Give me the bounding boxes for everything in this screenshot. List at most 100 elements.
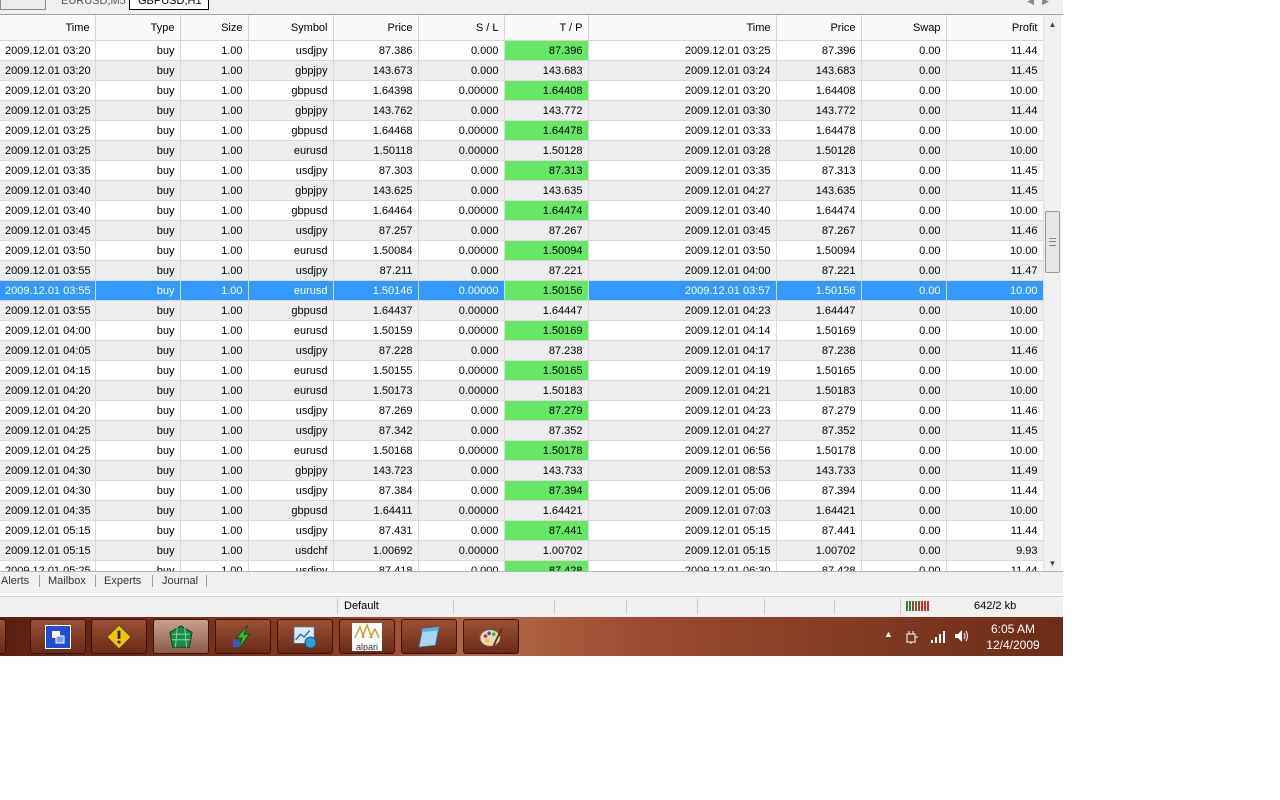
chart-tab-blank[interactable]: [0, 0, 46, 10]
table-row[interactable]: 2009.12.01 04:20 buy 1.00 usdjpy 87.269 0.000…: [0, 400, 1043, 421]
system-clock[interactable]: 6:05 AM 12/4/2009: [983, 621, 1043, 653]
table-row[interactable]: 2009.12.01 03:55 buy 1.00 usdjpy 87.211 0.000…: [0, 260, 1043, 281]
table-row[interactable]: 2009.12.01 03:35 buy 1.00 usdjpy 87.303 0.000…: [0, 160, 1043, 181]
tab-scroll-arrows-icon[interactable]: ◀▶: [1027, 0, 1057, 7]
cell-profit: 11.49: [946, 460, 1043, 481]
taskbar-button-terminal[interactable]: [277, 619, 333, 654]
chart-tab-gbpusd[interactable]: GBPUSD,H1: [129, 0, 209, 10]
show-hidden-icons-icon[interactable]: ▲: [884, 629, 893, 639]
vertical-scrollbar[interactable]: ▲ ▼: [1043, 15, 1061, 571]
scroll-down-arrow-icon[interactable]: ▼: [1044, 557, 1061, 571]
tab-mailbox[interactable]: Mailbox: [48, 575, 86, 587]
col-header-time[interactable]: Time: [0, 15, 96, 41]
taskbar-button-green-arrow-app[interactable]: [215, 619, 271, 654]
table-row[interactable]: 2009.12.01 04:25 buy 1.00 usdjpy 87.342 0.000…: [0, 420, 1043, 441]
table-row[interactable]: 2009.12.01 03:20 buy 1.00 gbpusd 1.64398 0.00…: [0, 80, 1043, 101]
cell-size: 1.00: [180, 100, 249, 121]
table-row[interactable]: 2009.12.01 04:15 buy 1.00 eurusd 1.50155 0.00…: [0, 360, 1043, 381]
col-header-profit[interactable]: Profit: [946, 15, 1043, 41]
cell-close-time: 2009.12.01 07:03: [588, 500, 777, 521]
tab-separator: [39, 575, 40, 587]
cell-close-time: 2009.12.01 03:28: [588, 140, 777, 161]
taskbar-button-hidden[interactable]: [0, 619, 6, 654]
table-row[interactable]: 2009.12.01 03:40 buy 1.00 gbpusd 1.64464 0.00…: [0, 200, 1043, 221]
cell-time: 2009.12.01 03:20: [0, 60, 96, 81]
col-header-sl[interactable]: S / L: [418, 15, 505, 41]
col-header-symbol[interactable]: Symbol: [248, 15, 334, 41]
table-row[interactable]: 2009.12.01 03:25 buy 1.00 gbpjpy 143.762 0.00…: [0, 100, 1043, 121]
scrollbar-thumb[interactable]: [1045, 211, 1060, 273]
cell-type: buy: [95, 240, 181, 261]
chart-tab-eurusd[interactable]: EURUSD,M5: [52, 0, 128, 10]
taskbar-button-remote-desktop[interactable]: [30, 619, 86, 654]
cell-close-price: 143.635: [776, 180, 862, 201]
cell-price: 87.269: [333, 400, 419, 421]
col-header-tp[interactable]: T / P: [504, 15, 589, 41]
table-row[interactable]: 2009.12.01 03:55 buy 1.00 gbpusd 1.64437 0.00…: [0, 300, 1043, 321]
cell-symbol: gbpusd: [248, 200, 334, 221]
cell-symbol: eurusd: [248, 440, 334, 461]
status-profile[interactable]: Default: [337, 599, 454, 614]
cell-time: 2009.12.01 04:30: [0, 480, 96, 501]
cell-profit: 10.00: [946, 280, 1043, 301]
taskbar-button-alpari[interactable]: alpari: [339, 619, 395, 654]
cell-close-price: 1.64478: [776, 120, 862, 141]
table-row[interactable]: 2009.12.01 03:45 buy 1.00 usdjpy 87.257 0.000…: [0, 220, 1043, 241]
table-row[interactable]: 2009.12.01 05:15 buy 1.00 usdjpy 87.431 0.000…: [0, 520, 1043, 541]
col-header-size[interactable]: Size: [180, 15, 249, 41]
col-header-swap[interactable]: Swap: [861, 15, 947, 41]
power-plug-icon[interactable]: [905, 630, 919, 644]
table-row[interactable]: 2009.12.01 04:20 buy 1.00 eurusd 1.50173 0.00…: [0, 380, 1043, 401]
cell-close-time: 2009.12.01 03:24: [588, 60, 777, 81]
table-row[interactable]: 2009.12.01 04:30 buy 1.00 usdjpy 87.384 0.000…: [0, 480, 1043, 501]
table-row[interactable]: 2009.12.01 04:05 buy 1.00 usdjpy 87.228 0.000…: [0, 340, 1043, 361]
volume-icon[interactable]: [954, 629, 970, 643]
cell-size: 1.00: [180, 340, 249, 361]
cell-close-time: 2009.12.01 04:21: [588, 380, 777, 401]
table-row[interactable]: 2009.12.01 04:00 buy 1.00 eurusd 1.50159 0.00…: [0, 320, 1043, 341]
cell-swap: 0.00: [861, 300, 947, 321]
taskbar-button-notepad[interactable]: [401, 619, 457, 654]
cell-size: 1.00: [180, 500, 249, 521]
cell-close-time: 2009.12.01 04:27: [588, 420, 777, 441]
cell-tp: 1.50169: [504, 320, 589, 341]
table-row[interactable]: 2009.12.01 03:20 buy 1.00 usdjpy 87.386 0.000…: [0, 40, 1043, 61]
table-row[interactable]: 2009.12.01 03:20 buy 1.00 gbpjpy 143.673 0.00…: [0, 60, 1043, 81]
cell-close-price: 87.396: [776, 40, 862, 61]
cell-type: buy: [95, 100, 181, 121]
col-header-close-time[interactable]: Time: [588, 15, 777, 41]
cell-symbol: eurusd: [248, 380, 334, 401]
taskbar-button-warning[interactable]: [91, 619, 147, 654]
cell-tp: 87.238: [504, 340, 589, 361]
tab-alerts[interactable]: Alerts: [1, 575, 29, 587]
cell-sl: 0.00000: [418, 80, 505, 101]
taskbar-button-paint[interactable]: [463, 619, 519, 654]
taskbar-button-globe-app[interactable]: [153, 619, 209, 654]
cell-symbol: usdjpy: [248, 400, 334, 421]
cell-type: buy: [95, 200, 181, 221]
table-row[interactable]: 2009.12.01 03:40 buy 1.00 gbpjpy 143.625 0.00…: [0, 180, 1043, 201]
col-header-close-price[interactable]: Price: [776, 15, 862, 41]
network-signal-icon[interactable]: [930, 629, 946, 643]
cell-close-price: 1.64474: [776, 200, 862, 221]
table-row[interactable]: 2009.12.01 04:25 buy 1.00 eurusd 1.50168 0.00…: [0, 440, 1043, 461]
table-row[interactable]: 2009.12.01 03:55 buy 1.00 eurusd 1.50146 0.00…: [0, 280, 1043, 301]
cell-symbol: eurusd: [248, 360, 334, 381]
col-header-price[interactable]: Price: [333, 15, 419, 41]
terminal-tabs: Alerts Mailbox Experts Journal: [0, 571, 1063, 593]
tab-journal[interactable]: Journal: [162, 575, 198, 587]
cell-close-price: 87.352: [776, 420, 862, 441]
table-row[interactable]: 2009.12.01 03:25 buy 1.00 gbpusd 1.64468 0.00…: [0, 120, 1043, 141]
table-row[interactable]: 2009.12.01 04:35 buy 1.00 gbpusd 1.64411 0.00…: [0, 500, 1043, 521]
notepad-icon: [418, 626, 440, 648]
table-row[interactable]: 2009.12.01 04:30 buy 1.00 gbpjpy 143.723 0.00…: [0, 460, 1043, 481]
table-row[interactable]: 2009.12.01 05:25 buy 1.00 usdjpy 87.418 0.000…: [0, 560, 1043, 571]
tab-experts[interactable]: Experts: [104, 575, 141, 587]
table-row[interactable]: 2009.12.01 03:50 buy 1.00 eurusd 1.50084 0.00…: [0, 240, 1043, 261]
col-header-type[interactable]: Type: [95, 15, 181, 41]
table-row[interactable]: 2009.12.01 03:25 buy 1.00 eurusd 1.50118 0.00…: [0, 140, 1043, 161]
table-row[interactable]: 2009.12.01 05:15 buy 1.00 usdchf 1.00692 0.00…: [0, 540, 1043, 561]
scroll-up-arrow-icon[interactable]: ▲: [1044, 18, 1061, 32]
cell-size: 1.00: [180, 400, 249, 421]
cell-tp: 87.267: [504, 220, 589, 241]
